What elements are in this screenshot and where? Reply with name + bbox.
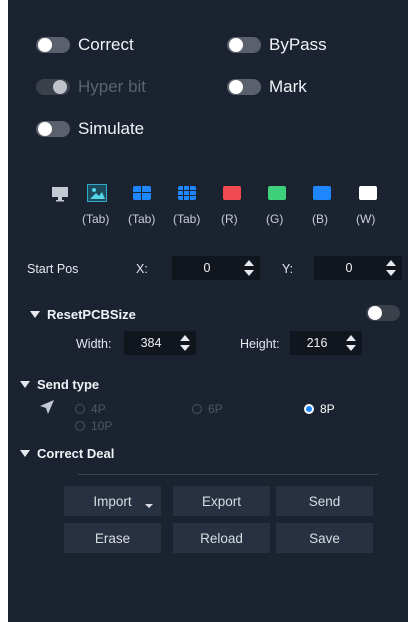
radio-8p[interactable]: 8P [304,402,335,416]
send-button[interactable]: Send [276,486,373,516]
export-button[interactable]: Export [173,486,270,516]
correct-label: Correct [78,35,134,54]
x-value[interactable]: 0 [172,261,242,275]
bypass-label: ByPass [269,35,327,54]
red-swatch[interactable] [223,186,241,200]
collapse-arrow-icon[interactable] [20,381,30,388]
collapse-arrow-icon[interactable] [20,450,30,457]
pattern-label: (Tab) [173,212,201,226]
pattern-label: (Tab) [82,212,110,226]
dropdown-caret-icon[interactable] [145,504,153,508]
increment-icon[interactable] [244,260,254,266]
image-icon[interactable] [87,184,107,202]
divider [78,474,378,475]
height-value[interactable]: 216 [290,336,344,350]
pattern-label: (G) [266,212,284,226]
decrement-icon[interactable] [244,270,254,276]
y-label: Y: [282,262,294,276]
increment-icon[interactable] [386,260,396,266]
simulate-label: Simulate [78,119,145,138]
reset-pcb-section-header[interactable]: ResetPCBSize [30,307,136,322]
toggle-switch[interactable] [366,305,400,321]
x-stepper[interactable]: 0 [172,256,260,280]
simulate-toggle[interactable]: Simulate [36,119,144,139]
green-swatch[interactable] [268,186,286,200]
pattern-label: (B) [312,212,328,226]
height-stepper[interactable]: 216 [290,331,362,355]
increment-icon[interactable] [346,335,356,341]
toggle-switch[interactable] [36,121,70,137]
send-type-section-header[interactable]: Send type [20,377,99,392]
settings-panel: Correct ByPass Hyper bit Mark Simulate (… [8,0,408,622]
pattern-label: (R) [221,212,238,226]
import-button[interactable]: Import [64,486,161,516]
blue-swatch[interactable] [313,186,331,200]
grid-2x2-icon[interactable] [133,186,151,200]
toggle-switch[interactable] [227,79,261,95]
white-swatch[interactable] [359,186,377,200]
toggle-switch[interactable] [227,37,261,53]
y-stepper[interactable]: 0 [314,256,402,280]
radio-6p[interactable]: 6P [192,402,223,416]
reload-button[interactable]: Reload [173,523,270,553]
radio-4p[interactable]: 4P [75,402,106,416]
width-label: Width: [76,337,112,351]
x-label: X: [136,262,148,276]
save-button[interactable]: Save [276,523,373,553]
toggle-switch [36,79,70,95]
correct-toggle[interactable]: Correct [36,35,134,55]
width-value[interactable]: 384 [124,336,178,350]
grid-3x3-icon[interactable] [178,186,196,200]
erase-button[interactable]: Erase [64,523,161,553]
pattern-label: (W) [356,212,376,226]
y-value[interactable]: 0 [314,261,384,275]
correct-deal-section-header[interactable]: Correct Deal [20,446,114,461]
mark-toggle[interactable]: Mark [227,77,307,97]
monitor-icon[interactable] [51,185,69,203]
reset-pcb-toggle[interactable] [366,305,400,321]
reset-pcb-title: ResetPCBSize [47,307,136,322]
correct-deal-title: Correct Deal [37,446,115,461]
height-label: Height: [240,337,280,351]
decrement-icon[interactable] [180,345,190,351]
start-pos-label: Start Pos [27,262,79,276]
bypass-toggle[interactable]: ByPass [227,35,327,55]
radio-10p[interactable]: 10P [75,419,112,433]
width-stepper[interactable]: 384 [124,331,196,355]
hyper-bit-label: Hyper bit [78,77,147,96]
decrement-icon[interactable] [346,345,356,351]
collapse-arrow-icon[interactable] [30,311,40,318]
toggle-switch[interactable] [36,37,70,53]
decrement-icon[interactable] [386,270,396,276]
send-arrow-icon [40,400,54,414]
hyper-bit-toggle: Hyper bit [36,77,146,97]
pattern-label: (Tab) [128,212,156,226]
send-type-title: Send type [37,377,100,392]
mark-label: Mark [269,77,307,96]
increment-icon[interactable] [180,335,190,341]
